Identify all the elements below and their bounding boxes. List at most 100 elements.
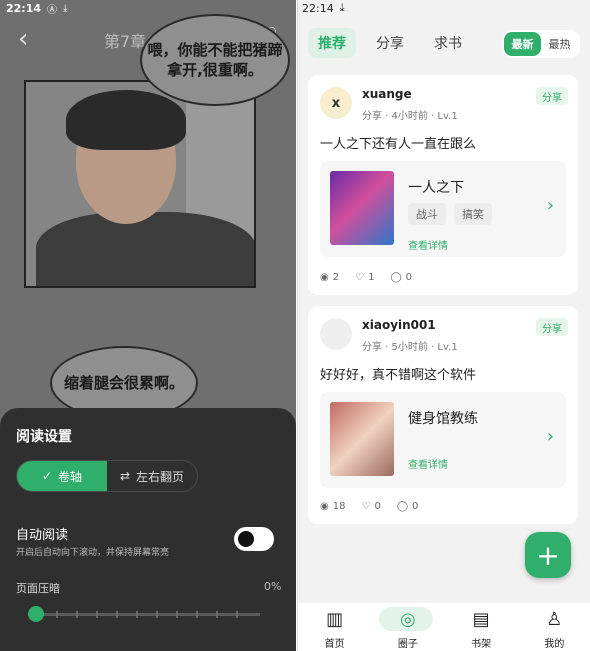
like-count-value: 1 [368, 272, 375, 283]
post-stats: ◉ 2 ♡ 1 ◯ 0 [320, 272, 412, 283]
status-time: 22:14 [6, 1, 42, 15]
toggle-knob [238, 531, 254, 547]
mode-flip-option[interactable]: ⇄ 左右翻页 [107, 461, 197, 491]
feed-tabs: 推荐 分享 求书 [308, 28, 472, 58]
chevron-right-icon: › [546, 426, 554, 447]
slider-tick [76, 611, 78, 618]
community-panel: 22:14 ⤓ ◆ ◢ ▮ 推荐 分享 求书 最新 最热 x xuange 分享… [297, 0, 590, 651]
book-cover [330, 402, 394, 476]
status-bar: 22:14 Ⓐ ⤓ ◆ ◢ ▮ [0, 0, 296, 16]
tab-recommend[interactable]: 推荐 [308, 28, 356, 58]
dim-label: 页面压暗 [16, 582, 60, 595]
auto-read-description: 开启后自动向下滚动，并保持屏幕常亮 [16, 548, 170, 558]
auto-read-label: 自动阅读 [16, 528, 69, 543]
avatar[interactable]: x [320, 87, 352, 119]
dim-value: 0% [264, 580, 282, 593]
tab-share[interactable]: 分享 [366, 28, 414, 58]
book-tags: 战斗 搞笑 [408, 203, 492, 225]
download-icon: ⤓ [63, 2, 68, 14]
nav-label: 首页 [324, 639, 345, 650]
book-title: 健身馆教练 [408, 411, 478, 427]
nav-circle[interactable]: ◎ 圈子 [371, 603, 444, 651]
bottom-nav: ▥ 首页 ◎ 圈子 ▤ 书架 ♙ 我的 [298, 603, 590, 651]
circle-icon: ◎ [400, 609, 416, 630]
book-card[interactable]: 一人之下 战斗 搞笑 查看详情 › [320, 161, 566, 257]
comment-button[interactable]: ◯ 0 [390, 272, 412, 283]
nav-bookshelf[interactable]: ▤ 书架 [445, 603, 518, 651]
heart-icon: ♡ [355, 272, 365, 283]
comment-button[interactable]: ◯ 0 [397, 501, 419, 512]
sheet-title: 阅读设置 [16, 429, 72, 445]
post-card[interactable]: xiaoyin001 分享 · 5小时前 · Lv.1 分享 好好好，真不错啊这… [308, 306, 578, 524]
mode-scroll-label: 卷轴 [58, 469, 83, 484]
nav-label: 我的 [544, 639, 565, 650]
post-text: 一人之下还有人一直在跟么 [320, 137, 477, 152]
comment-icon: ◯ [396, 501, 409, 512]
category-badge: 分享 [536, 318, 568, 336]
view-count-value: 18 [332, 501, 346, 512]
category-badge: 分享 [536, 87, 568, 105]
nav-label: 书架 [471, 639, 492, 650]
eye-icon: ◉ [320, 501, 329, 512]
sort-switch: 最新 最热 [502, 30, 580, 58]
books-icon: ▥ [326, 609, 344, 630]
mode-scroll-option[interactable]: ✓ 卷轴 [17, 461, 107, 491]
slider-tick [116, 611, 118, 618]
slider-tick [176, 611, 178, 618]
reading-mode-selector: ✓ 卷轴 ⇄ 左右翻页 [16, 460, 198, 492]
book-title: 一人之下 [408, 180, 464, 196]
status-time: 22:14 [302, 1, 334, 15]
user-icon: ♙ [546, 609, 563, 630]
like-button[interactable]: ♡ 0 [361, 501, 380, 512]
view-details-link[interactable]: 查看详情 [408, 456, 448, 471]
comment-count-value: 0 [405, 272, 413, 283]
slider-thumb[interactable] [28, 606, 44, 622]
plus-icon: + [536, 538, 560, 572]
mode-flip-label: 左右翻页 [136, 469, 185, 484]
post-card[interactable]: x xuange 分享 · 4小时前 · Lv.1 分享 一人之下还有人一直在跟… [308, 75, 578, 295]
slider-tick [156, 611, 158, 618]
dim-slider[interactable] [28, 606, 260, 622]
check-icon: ✓ [41, 469, 53, 483]
post-meta: 分享 · 5小时前 · Lv.1 [362, 342, 458, 353]
reader-panel: 22:14 Ⓐ ⤓ ◆ ◢ ▮ ‹ 第7章：邻居 ♡ 喂，你能不能把猪蹄拿开,很… [0, 0, 296, 651]
book-tag: 搞笑 [454, 203, 492, 225]
sort-newest[interactable]: 最新 [504, 32, 541, 56]
auto-read-toggle[interactable] [234, 527, 274, 551]
username[interactable]: xuange [362, 87, 412, 101]
slider-tick [56, 611, 58, 618]
download-icon: ⤓ [339, 1, 345, 14]
book-tag: 战斗 [408, 203, 446, 225]
back-icon[interactable]: ‹ [18, 24, 28, 54]
like-button[interactable]: ♡ 1 [355, 272, 374, 283]
nav-home[interactable]: ▥ 首页 [298, 603, 371, 651]
new-post-button[interactable]: + [525, 532, 571, 578]
tab-request-book[interactable]: 求书 [424, 28, 472, 58]
slider-tick [96, 611, 98, 618]
nav-profile[interactable]: ♙ 我的 [518, 603, 590, 651]
avatar[interactable] [320, 318, 352, 350]
view-details-link[interactable]: 查看详情 [408, 237, 448, 252]
comic-character-hair [66, 90, 186, 150]
book-card[interactable]: 健身馆教练 查看详情 › [320, 392, 566, 488]
sort-hottest[interactable]: 最热 [541, 32, 578, 56]
post-meta: 分享 · 4小时前 · Lv.1 [362, 111, 458, 122]
a-icon: Ⓐ [47, 4, 58, 16]
slider-tick [236, 611, 238, 618]
view-count: ◉ 2 [320, 272, 339, 283]
slider-tick [136, 611, 138, 618]
bookshelf-icon: ▤ [472, 609, 490, 630]
eye-icon: ◉ [320, 272, 329, 283]
view-count-value: 2 [332, 272, 340, 283]
view-count: ◉ 18 [320, 501, 345, 512]
book-cover [330, 171, 394, 245]
screen-split: 22:14 Ⓐ ⤓ ◆ ◢ ▮ ‹ 第7章：邻居 ♡ 喂，你能不能把猪蹄拿开,很… [0, 0, 590, 651]
slider-tick [196, 611, 198, 618]
comic-character-body [36, 212, 254, 286]
chevron-right-icon: › [546, 195, 554, 216]
comment-count-value: 0 [412, 501, 419, 512]
comment-icon: ◯ [390, 272, 402, 283]
comic-panel [24, 80, 256, 288]
username[interactable]: xiaoyin001 [362, 318, 436, 332]
post-stats: ◉ 18 ♡ 0 ◯ 0 [320, 501, 418, 512]
